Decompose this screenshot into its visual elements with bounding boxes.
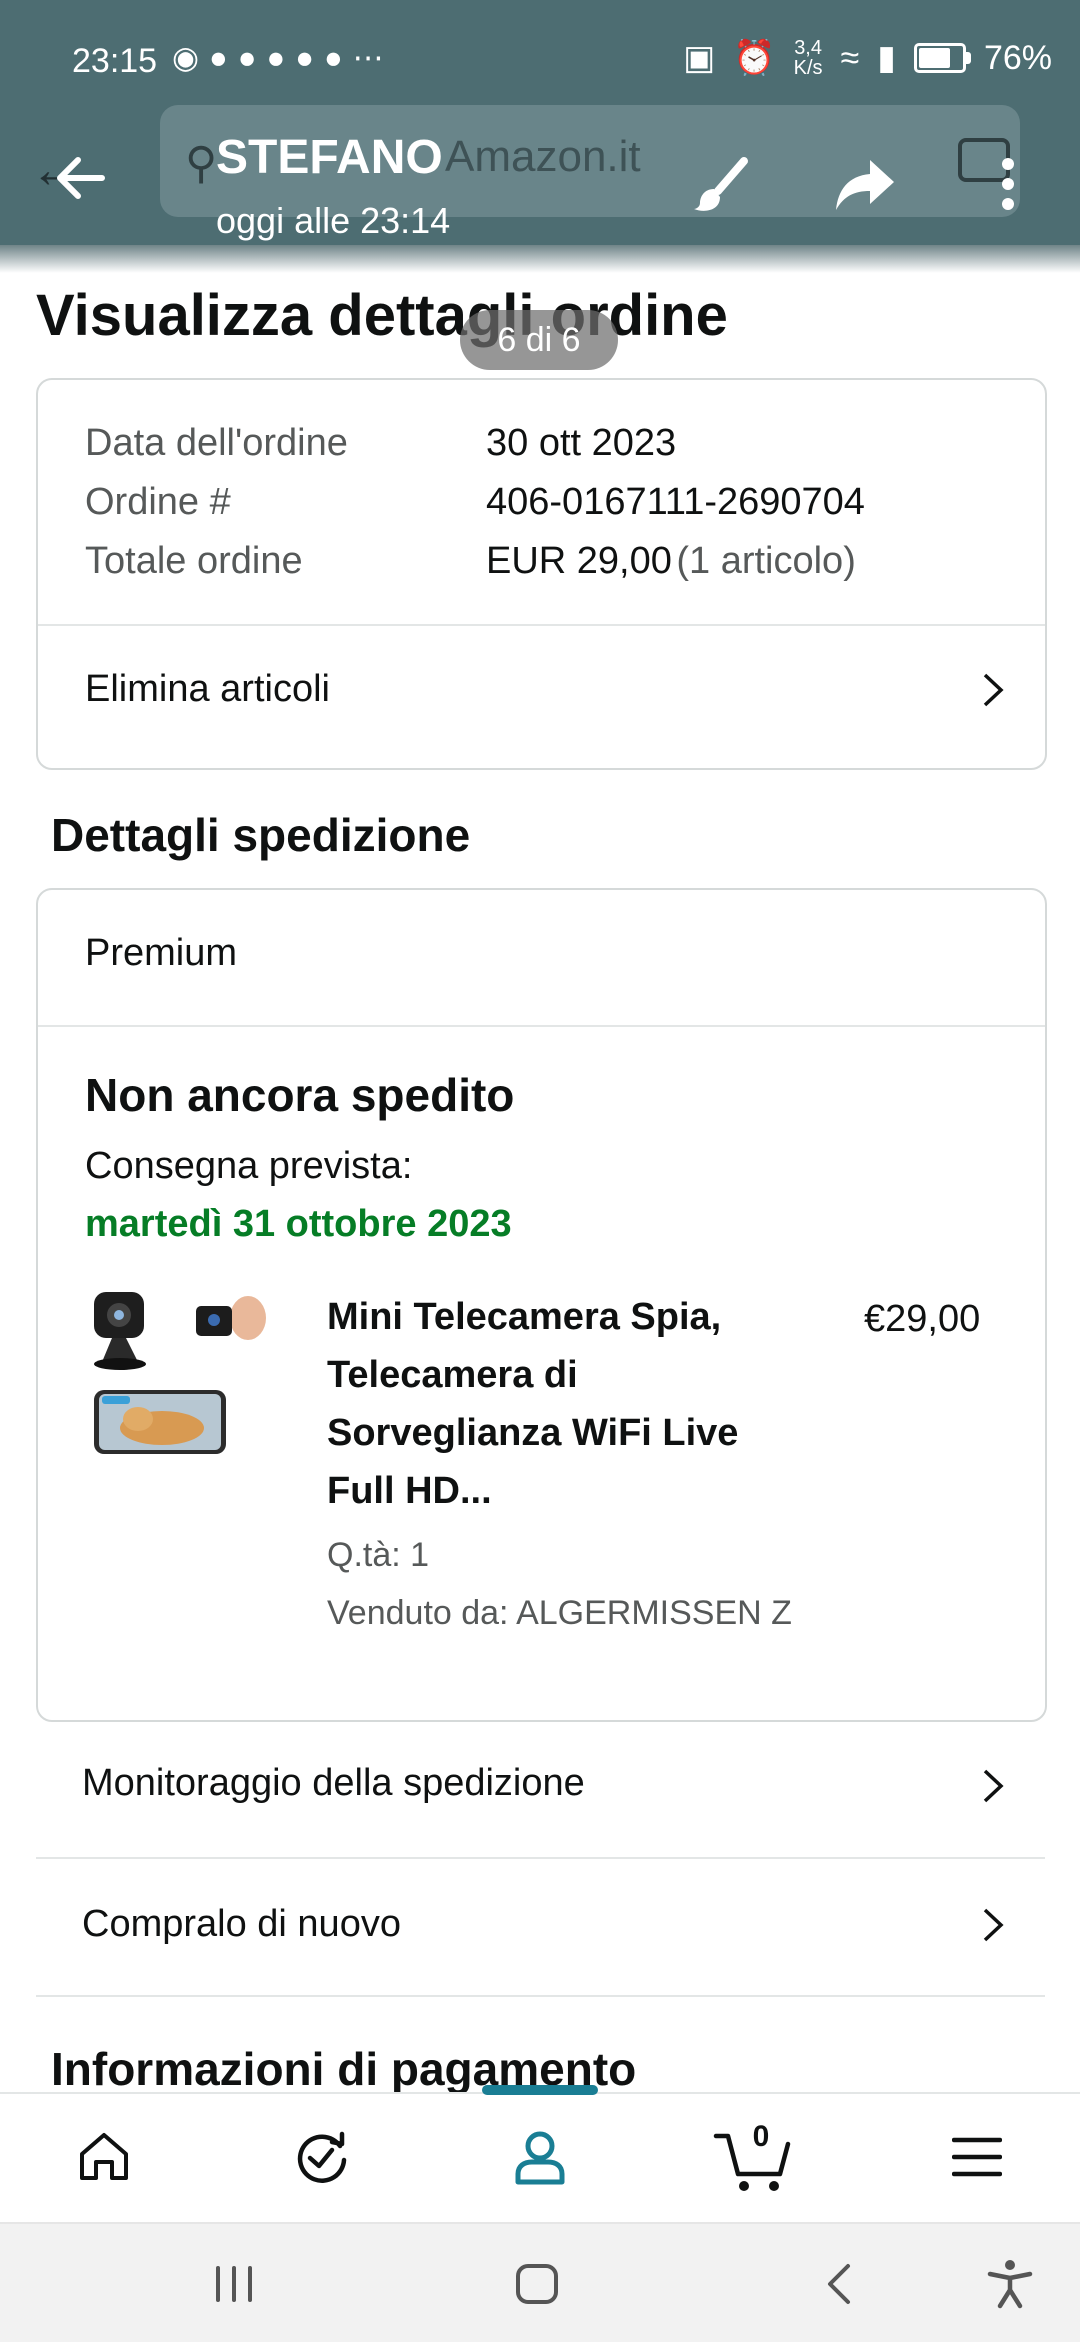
speed-unit: K/s [793, 57, 823, 79]
product-price: €29,00 [864, 1298, 981, 1340]
battery-percent: 76% [983, 38, 1052, 77]
buy-again-label: Compralo di nuovo [82, 1903, 401, 1945]
order-item-count: (1 articolo) [676, 540, 856, 582]
amazon-search-placeholder: Amazon.it [445, 132, 641, 181]
divider [38, 1025, 1045, 1027]
cart-count: 0 [752, 2120, 770, 2153]
shipping-section-title: Dettagli spedizione [51, 809, 471, 861]
status-time: 23:15 [72, 42, 158, 80]
track-shipment-row[interactable]: Monitoraggio della spedizione [36, 1720, 1045, 1858]
home-button-icon[interactable] [514, 2262, 560, 2306]
nfc-icon: ▣ [683, 39, 716, 77]
shipment-card: Premium Non ancora spedito Consegna prev… [36, 888, 1047, 1722]
chevron-right-icon [983, 1769, 1004, 1803]
order-total-label: Totale ordine [85, 540, 303, 582]
speed-value: 3,4 [794, 37, 822, 59]
chevron-right-icon [983, 1908, 1004, 1942]
menu-icon[interactable] [952, 2136, 1002, 2178]
cart-button[interactable]: 0 [712, 2116, 800, 2196]
back-button-icon[interactable] [824, 2262, 854, 2306]
alarm-icon: ⏰ [733, 39, 776, 77]
track-shipment-label: Monitoraggio della spedizione [82, 1762, 585, 1804]
product-image[interactable] [80, 1278, 280, 1458]
shipment-status: Non ancora spedito [85, 1069, 515, 1121]
product-quantity: Q.tà: 1 [327, 1536, 430, 1574]
order-date-label: Data dell'ordine [85, 422, 348, 464]
battery-fill [918, 48, 950, 68]
buy-again-icon[interactable] [292, 2128, 352, 2186]
sent-date: oggi alle 23:14 [216, 200, 451, 241]
notification-icons: ◉●●●●●⋯ [172, 40, 394, 75]
buy-again-row[interactable]: Compralo di nuovo [36, 1859, 1045, 1995]
header-fade [0, 245, 1080, 273]
product-title[interactable]: Mini Telecamera Spia, Telecamera di Sorv… [327, 1288, 747, 1520]
brush-icon[interactable] [690, 155, 750, 215]
sender-name: STEFANO [216, 131, 443, 184]
order-summary-card: Data dell'ordine 30 ott 2023 Ordine # 40… [36, 378, 1047, 770]
order-date-value: 30 ott 2023 [486, 422, 677, 464]
account-icon[interactable] [510, 2128, 570, 2188]
signal-icon: ▮ [877, 39, 896, 77]
delivery-label: Consegna prevista: [85, 1145, 413, 1187]
accessibility-icon[interactable] [984, 2258, 1036, 2310]
divider [36, 1995, 1045, 1997]
recent-apps-icon[interactable] [212, 2266, 256, 2302]
delete-items-label: Elimina articoli [85, 668, 330, 710]
page-title: Visualizza dettagli ordine [36, 283, 728, 348]
order-total: EUR 29,00 (1 articolo) [486, 540, 856, 583]
product-seller: Venduto da: ALGERMISSEN Z [327, 1594, 792, 1632]
more-options-icon[interactable] [1000, 156, 1016, 212]
home-icon[interactable] [76, 2130, 132, 2184]
network-speed: 3,4 K/s [794, 38, 823, 78]
wifi-icon: ≈ [840, 38, 860, 77]
bottom-navigation: 0 [0, 2092, 1080, 2224]
shipping-service: Premium [85, 932, 238, 974]
back-arrow-icon[interactable] [52, 150, 108, 206]
delete-items-row[interactable]: Elimina articoli [38, 626, 1045, 766]
active-tab-indicator [482, 2085, 598, 2095]
order-number-value: 406-0167111-2690704 [486, 481, 865, 523]
order-number-label: Ordine # [85, 481, 231, 523]
share-icon[interactable] [834, 158, 896, 212]
delivery-date: martedì 31 ottobre 2023 [85, 1203, 512, 1245]
page-counter: 6 di 6 [460, 310, 618, 370]
search-icon: ⚲ [185, 139, 218, 188]
status-right: ▣ ⏰ 3,4 K/s ≈ ▮ 76% [683, 38, 1052, 78]
battery-icon [913, 43, 971, 73]
chevron-right-icon [983, 673, 1004, 707]
order-total-value: EUR 29,00 [486, 540, 672, 582]
system-navigation-bar [0, 2222, 1080, 2342]
